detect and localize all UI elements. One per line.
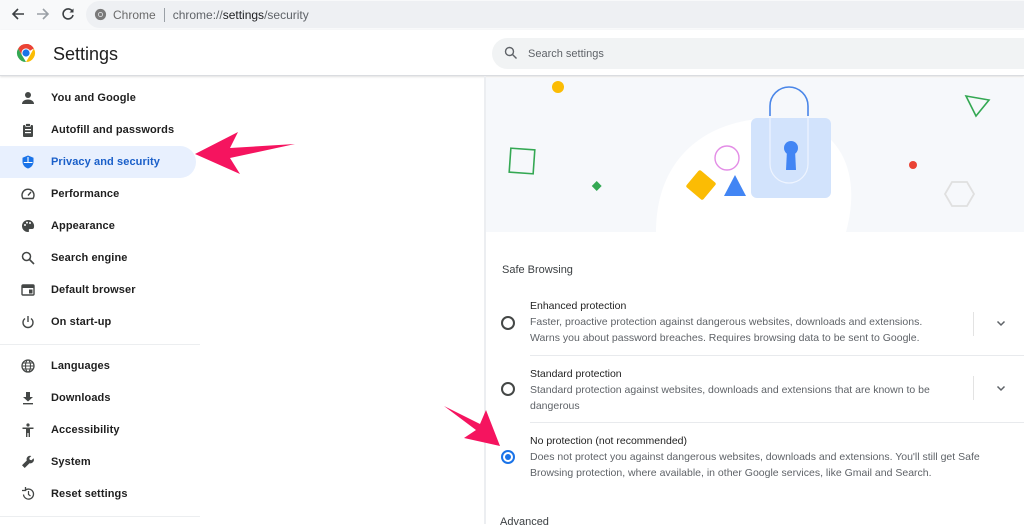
person-icon [20, 90, 36, 106]
radio-no-protection[interactable] [501, 450, 515, 464]
search-input[interactable] [528, 44, 988, 64]
option-divider [530, 422, 1024, 423]
sidebar-item-label: Accessibility [51, 424, 120, 436]
sidebar-item-label: Performance [51, 188, 120, 200]
safe-browsing-heading: Safe Browsing [502, 264, 573, 276]
sidebar-item-label: Autofill and passwords [51, 124, 175, 136]
sidebar-item-label: You and Google [51, 92, 136, 104]
forward-button[interactable] [33, 4, 53, 24]
palette-icon [20, 218, 36, 234]
sidebar-item-reset-settings[interactable]: Reset settings [0, 478, 196, 510]
chrome-logo-icon [16, 43, 36, 62]
sidebar-divider [0, 344, 200, 345]
sidebar-item-autofill[interactable]: Autofill and passwords [0, 114, 196, 146]
sidebar-item-on-startup[interactable]: On start-up [0, 306, 196, 338]
sidebar-item-languages[interactable]: Languages [0, 350, 196, 382]
vertical-divider [973, 312, 974, 336]
shield-icon [20, 154, 36, 170]
sidebar-item-performance[interactable]: Performance [0, 178, 196, 210]
sidebar-item-label: Reset settings [51, 488, 128, 500]
grey-hexagon-outline [943, 181, 976, 207]
advanced-heading: Advanced [500, 516, 549, 528]
illustration-svg [508, 81, 991, 232]
reload-icon [62, 8, 74, 20]
browser-window-icon [20, 282, 36, 298]
green-square-outline [508, 147, 536, 175]
search-icon [504, 46, 517, 59]
chevron-down-icon[interactable] [994, 381, 1008, 395]
sidebar-item-label: On start-up [51, 316, 112, 328]
option-title: No protection (not recommended) [530, 435, 687, 447]
yellow-dot [552, 81, 564, 93]
red-dot [909, 161, 917, 169]
sidebar-item-label: Search engine [51, 252, 128, 264]
radio-standard-protection[interactable] [501, 382, 515, 396]
sidebar-item-label: System [51, 456, 91, 468]
keyhole-bottom [786, 150, 796, 170]
arrow-right-icon [37, 8, 50, 20]
chevron-down-icon[interactable] [994, 316, 1008, 330]
clipboard-icon [20, 122, 36, 138]
address-bar[interactable]: Chrome chrome://settings/security [86, 1, 1024, 28]
sidebar-item-privacy-and-security[interactable]: Privacy and security [0, 146, 196, 178]
power-icon [20, 314, 36, 330]
option-title: Standard protection [530, 368, 622, 380]
security-illustration [486, 78, 1024, 232]
green-triangle-outline [964, 94, 991, 118]
vertical-divider [973, 376, 974, 400]
sidebar-item-accessibility[interactable]: Accessibility [0, 414, 196, 446]
search-icon [20, 250, 36, 266]
wrench-icon [20, 454, 36, 470]
accessibility-icon [20, 422, 36, 438]
sidebar-divider [0, 516, 200, 517]
option-divider [530, 355, 1024, 356]
sidebar-item-appearance[interactable]: Appearance [0, 210, 196, 242]
padlock-shackle [769, 86, 809, 116]
history-icon [20, 486, 36, 502]
sidebar-item-search-engine[interactable]: Search engine [0, 242, 196, 274]
speedometer-icon [20, 186, 36, 202]
back-button[interactable] [8, 4, 28, 24]
sidebar-item-label: Privacy and security [51, 156, 161, 168]
option-standard-protection[interactable]: Standard protection Standard protection … [486, 366, 1024, 420]
sidebar-item-label: Languages [51, 360, 110, 372]
sidebar: You and Google Autofill and passwords Pr… [0, 78, 210, 524]
sidebar-item-default-browser[interactable]: Default browser [0, 274, 196, 306]
site-chip: Chrome [113, 7, 156, 22]
page-title: Settings [53, 44, 119, 64]
sidebar-item-downloads[interactable]: Downloads [0, 382, 196, 414]
download-icon [20, 390, 36, 406]
sidebar-item-label: Default browser [51, 284, 136, 296]
divider [163, 7, 165, 22]
option-enhanced-protection[interactable]: Enhanced protection Faster, proactive pr… [486, 298, 1024, 352]
globe-icon [20, 358, 36, 374]
green-diamond [591, 181, 602, 191]
sidebar-item-system[interactable]: System [0, 446, 196, 478]
option-no-protection[interactable]: No protection (not recommended) Does not… [486, 434, 1024, 488]
option-description: Does not protect you against dangerous w… [530, 451, 980, 479]
search-settings[interactable] [492, 38, 1024, 69]
settings-header: Settings [0, 30, 1024, 76]
sidebar-item-you-and-google[interactable]: You and Google [0, 82, 196, 114]
option-title: Enhanced protection [530, 300, 627, 312]
arrow-left-icon [11, 8, 24, 20]
url-text: chrome://settings/security [172, 7, 309, 22]
radio-enhanced-protection[interactable] [501, 316, 515, 330]
option-description: Standard protection against websites, do… [530, 384, 930, 412]
option-description: Faster, proactive protection against dan… [530, 316, 923, 344]
sidebar-item-label: Downloads [51, 392, 111, 404]
sidebar-item-label: Appearance [51, 220, 115, 232]
chrome-icon [94, 8, 107, 21]
browser-toolbar: Chrome chrome://settings/security [0, 0, 1024, 30]
reload-button[interactable] [58, 4, 78, 24]
